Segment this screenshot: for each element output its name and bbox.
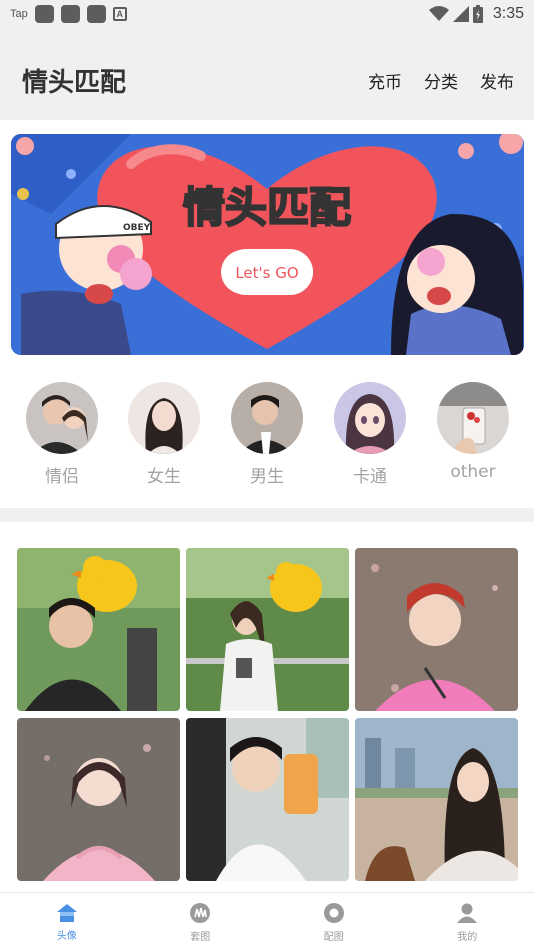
avatar-grid	[17, 548, 519, 892]
grid-item[interactable]	[355, 548, 518, 711]
home-icon	[56, 904, 77, 922]
status-bar: Tap A 3:35	[0, 0, 534, 28]
section-divider	[0, 508, 534, 522]
notification-icon	[86, 5, 106, 23]
user-icon	[457, 903, 478, 923]
circle-icon	[323, 903, 344, 923]
category-couple[interactable]: 情侣	[22, 380, 102, 487]
status-time: 3:35	[492, 5, 524, 22]
category-boy[interactable]: 男生	[227, 380, 307, 487]
grid-item[interactable]	[186, 548, 349, 711]
recharge-button[interactable]: 充币	[368, 68, 402, 93]
category-label: 女生	[147, 467, 181, 487]
battery-icon	[472, 5, 483, 23]
category-row: 情侣 女生 男生 卡通 other	[0, 380, 534, 490]
category-other[interactable]: other	[433, 380, 513, 482]
category-cartoon[interactable]: 卡通	[330, 380, 410, 487]
category-button[interactable]: 分类	[424, 68, 458, 93]
header-actions: 充币 分类 发布	[368, 68, 514, 93]
nav-album[interactable]: 套图	[134, 893, 268, 950]
grid-item[interactable]	[355, 718, 518, 881]
nav-label: 配图	[323, 932, 344, 943]
category-label: 卡通	[353, 467, 387, 487]
nav-label: 我的	[457, 932, 478, 943]
category-avatar	[334, 382, 406, 454]
nav-label: 套图	[190, 932, 211, 943]
publish-button[interactable]: 发布	[480, 68, 514, 93]
category-avatar	[231, 382, 303, 454]
category-label: 男生	[250, 467, 284, 487]
page-title: 情头匹配	[22, 68, 127, 98]
grid-item[interactable]	[186, 718, 349, 881]
nav-match[interactable]: 配图	[267, 893, 401, 950]
album-icon	[190, 903, 211, 923]
grid-item[interactable]	[17, 718, 180, 881]
nav-mine[interactable]: 我的	[401, 893, 534, 950]
notification-a-icon: A	[112, 7, 127, 21]
category-label: 情侣	[45, 467, 79, 487]
category-avatar	[128, 382, 200, 454]
notification-icon	[60, 5, 80, 23]
app-header: 情头匹配 充币 分类 发布	[0, 28, 534, 120]
promo-banner[interactable]: 情头匹配 Let's GO OBEY	[11, 134, 524, 355]
banner-illustration: 情头匹配 Let's GO OBEY	[11, 134, 524, 355]
status-app-label: Tap	[10, 8, 28, 20]
bottom-nav: 头像 套图 配图 我的	[0, 892, 534, 950]
category-avatar	[26, 382, 98, 454]
category-avatar	[437, 382, 509, 454]
nav-label: 头像	[56, 931, 77, 942]
signal-icon	[452, 6, 469, 22]
notification-icon	[34, 5, 54, 23]
banner-title: 情头匹配	[183, 183, 351, 232]
wifi-icon	[428, 6, 449, 21]
nav-avatar[interactable]: 头像	[0, 893, 134, 950]
banner-badge: Let's GO	[235, 264, 298, 282]
grid-item[interactable]	[17, 548, 180, 711]
cap-text: OBEY	[123, 223, 151, 233]
category-girl[interactable]: 女生	[124, 380, 204, 487]
category-label: other	[450, 462, 496, 482]
